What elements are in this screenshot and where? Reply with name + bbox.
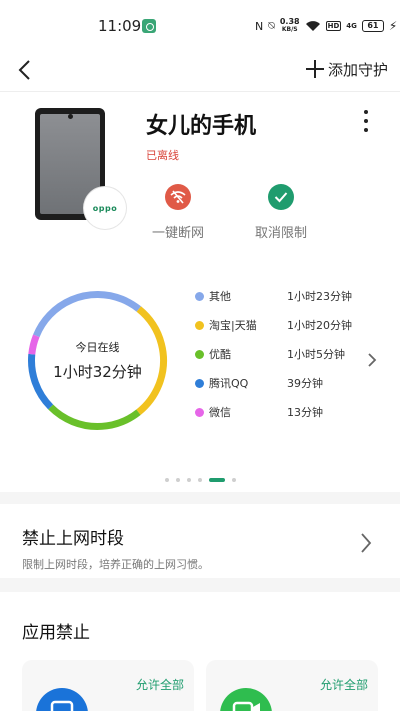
status-time: 11:09 [98, 17, 142, 35]
legend-dot [195, 379, 204, 388]
legend-app-name: 其他 [209, 290, 231, 303]
network-speed: 0.38 KB/S [280, 18, 300, 34]
add-guard-label: 添加守护 [327, 60, 388, 79]
wifi-off-icon [165, 184, 191, 210]
device-name: 女儿的手机 [146, 114, 257, 139]
top-app-bar: 添加守护 [0, 50, 400, 92]
legend-dot [195, 350, 204, 359]
time-limit-row[interactable]: 禁止上网时段 限制上网时段，培养正确的上网习惯。 [0, 504, 400, 576]
battery-icon: 61 [361, 20, 384, 32]
legend-dot [195, 321, 204, 330]
page-dot [175, 478, 180, 482]
device-camera [68, 114, 73, 119]
more-options-icon[interactable] [358, 108, 374, 134]
notification-app-icon [142, 19, 156, 33]
allow-all-button[interactable]: 允许全部 [320, 676, 368, 693]
legend-item: 优酷 1小时5分钟 [195, 346, 365, 375]
hd-badge: HD [325, 21, 342, 31]
legend-app-time: 1小时23分钟 [287, 290, 352, 303]
charging-icon: ⚡ [388, 19, 398, 33]
app-ban-title: 应用禁止 [22, 623, 90, 643]
mute-icon: ⍉ [268, 19, 275, 32]
legend-dot [195, 292, 204, 301]
page-dot [197, 478, 202, 482]
network-speed-value: 0.38 [279, 17, 300, 26]
cancel-restriction-button[interactable]: 取消限制 [241, 184, 321, 241]
nfc-icon: N [255, 19, 264, 33]
app-icon [36, 688, 88, 711]
legend-app-time: 1小时20分钟 [287, 319, 352, 332]
plus-icon [305, 60, 324, 78]
device-status: 已离线 [146, 149, 179, 162]
page-indicator [0, 478, 400, 482]
brand-logo: oppo [84, 187, 126, 229]
disconnect-network-label: 一键断网 [151, 226, 204, 241]
status-bar: 11:09 N ⍉ 0.38 KB/S HD 4G 61 ⚡ [0, 0, 400, 50]
time-limit-title: 禁止上网时段 [22, 529, 124, 549]
donut-center: 今日在线 1小时32分钟 [25, 288, 170, 433]
page-dot [164, 478, 169, 482]
legend-app-time: 13分钟 [287, 406, 323, 419]
section-divider [0, 492, 400, 504]
today-online-value: 1小时32分钟 [53, 363, 142, 381]
back-arrow-icon[interactable] [14, 58, 38, 82]
status-indicators: N ⍉ 0.38 KB/S HD 4G 61 ⚡ [255, 17, 397, 35]
today-online-label: 今日在线 [75, 341, 120, 354]
allow-all-button[interactable]: 允许全部 [136, 676, 184, 693]
page-dot [186, 478, 191, 482]
signal-icon: 4G [346, 22, 357, 30]
brand-logo-text: oppo [92, 203, 118, 213]
cancel-restriction-label: 取消限制 [254, 226, 307, 241]
legend-app-name: 优酷 [209, 348, 231, 361]
video-app-icon [220, 688, 272, 711]
wifi-icon [305, 20, 321, 32]
disconnect-network-button[interactable]: 一键断网 [138, 184, 218, 241]
section-divider [0, 578, 400, 592]
legend-item: 淘宝|天猫 1小时20分钟 [195, 317, 365, 346]
time-limit-description: 限制上网时段，培养正确的上网习惯。 [22, 558, 209, 571]
usage-next-chevron-icon[interactable] [366, 352, 378, 368]
legend-app-name: 淘宝|天猫 [209, 319, 257, 332]
legend-app-time: 39分钟 [287, 377, 323, 390]
chevron-right-icon [360, 532, 372, 554]
usage-legend: 其他 1小时23分钟 淘宝|天猫 1小时20分钟 优酷 1小时5分钟 腾讯QQ … [195, 288, 365, 433]
page-dot [208, 478, 225, 482]
legend-app-name: 微信 [209, 406, 231, 419]
network-speed-unit: KB/S [281, 26, 298, 33]
app-ban-card[interactable]: 允许全部 [206, 660, 378, 711]
app-ban-card[interactable]: 允许全部 [22, 660, 194, 711]
legend-item: 其他 1小时23分钟 [195, 288, 365, 317]
legend-item: 腾讯QQ 39分钟 [195, 375, 365, 404]
legend-app-name: 腾讯QQ [209, 377, 249, 390]
check-icon [268, 184, 294, 210]
add-guard-button[interactable]: 添加守护 [305, 58, 388, 80]
legend-dot [195, 408, 204, 417]
page-dot [231, 478, 236, 482]
legend-app-time: 1小时5分钟 [287, 348, 345, 361]
legend-item: 微信 13分钟 [195, 404, 365, 433]
